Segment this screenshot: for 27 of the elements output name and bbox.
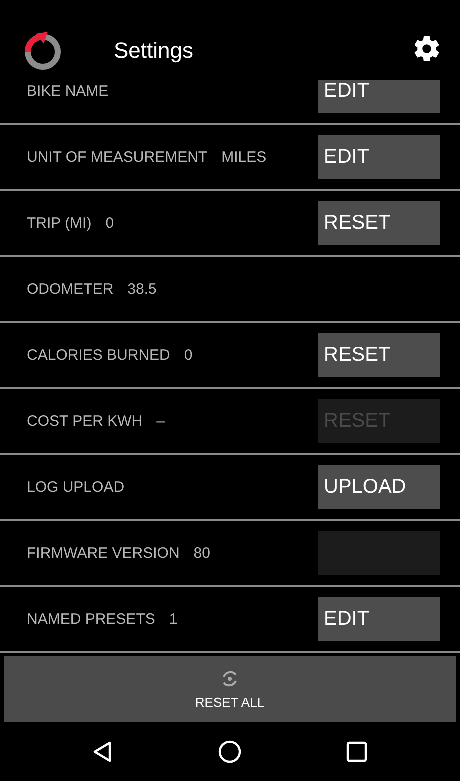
logo-icon [22,30,64,72]
action-button[interactable]: EDIT [318,135,440,179]
settings-icon[interactable] [412,34,442,64]
home-icon[interactable] [216,738,243,764]
setting-label: BIKE NAME [27,82,109,100]
setting-value: 80 [194,544,212,562]
action-button[interactable]: EDIT [318,597,440,641]
reset-all-button[interactable]: RESET ALL [4,656,456,722]
setting-value: 38.5 [128,280,158,298]
setting-value: 0 [106,214,116,232]
setting-label: LOG UPLOAD [27,478,125,496]
screen-title: Settings [114,38,194,65]
setting-value: – [156,412,166,430]
setting-label: COST PER KWH [27,412,143,430]
setting-value: 1 [169,610,179,628]
setting-label: FIRMWARE VERSION [27,544,180,562]
action-button[interactable]: RESET [318,333,440,377]
setting-value: 0 [184,346,194,364]
setting-label: TRIP (MI) [27,214,92,232]
setting-label: ODOMETER [27,280,114,298]
setting-value: MILES [222,148,268,166]
setting-label: UNIT OF MEASUREMENT [27,148,208,166]
action-button[interactable]: RESET [318,201,440,245]
setting-label: CALORIES BURNED [27,346,170,364]
action-button[interactable]: UPLOAD [318,465,440,509]
setting-label: NAMED PRESETS [27,610,156,628]
action-button[interactable]: EDIT [318,80,440,113]
